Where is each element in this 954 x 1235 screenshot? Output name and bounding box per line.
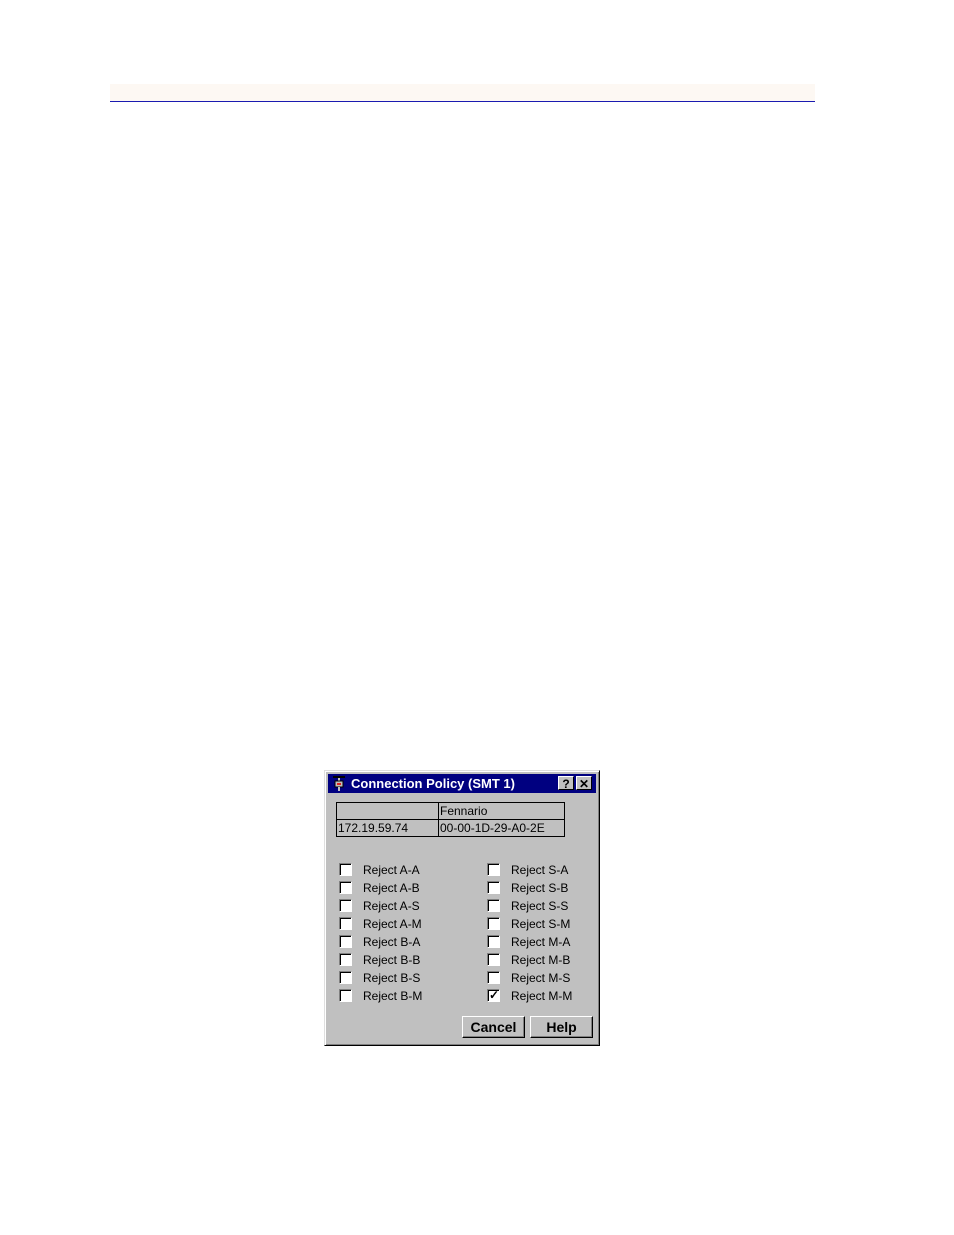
title-bar[interactable]: Connection Policy (SMT 1) ? ✕ — [328, 774, 596, 793]
dialog-title: Connection Policy (SMT 1) — [351, 776, 515, 791]
checkmark-icon: ✓ — [489, 988, 500, 1002]
table-row: 172.19.59.74 00-00-1D-29-A0-2E — [336, 819, 565, 837]
close-icon: ✕ — [578, 777, 590, 791]
checkbox-box[interactable] — [487, 917, 500, 930]
close-button[interactable]: ✕ — [576, 776, 592, 791]
checkbox-box[interactable] — [339, 917, 352, 930]
checkbox-box[interactable] — [339, 899, 352, 912]
checkbox-box[interactable] — [339, 863, 352, 876]
checkbox-label: Reject M-B — [511, 953, 571, 967]
connector-icon — [333, 776, 345, 791]
checkbox-box[interactable] — [487, 953, 500, 966]
checkbox-box[interactable] — [339, 989, 352, 1002]
checkbox-label: Reject B-A — [363, 935, 421, 949]
cancel-button[interactable]: Cancel — [462, 1016, 525, 1038]
checkbox-label: Reject M-A — [511, 935, 571, 949]
checkbox-box[interactable] — [487, 863, 500, 876]
checkbox-label: Reject S-S — [511, 899, 569, 913]
ip-address-cell: 172.19.59.74 — [336, 819, 439, 837]
device-info-table: Fennario 172.19.59.74 00-00-1D-29-A0-2E — [336, 802, 565, 837]
checkbox-box[interactable] — [487, 971, 500, 984]
checkbox-box[interactable] — [339, 971, 352, 984]
table-row: Fennario — [336, 802, 565, 820]
table-cell: Fennario — [438, 802, 565, 820]
checkbox-label: Reject B-B — [363, 953, 421, 967]
checkbox-label: Reject A-M — [363, 917, 422, 931]
connection-policy-dialog: Connection Policy (SMT 1) ? ✕ Fennario 1… — [324, 770, 600, 1046]
checkbox-label: Reject S-A — [511, 863, 569, 877]
checkbox-box[interactable] — [339, 935, 352, 948]
checkbox-box[interactable]: ✓ — [487, 988, 500, 1002]
checkbox-label: Reject B-M — [363, 989, 423, 1003]
checkbox-label: Reject M-M — [511, 989, 573, 1003]
checkbox-label: Reject A-B — [363, 881, 420, 895]
checkbox-label: Reject B-S — [363, 971, 421, 985]
help-button[interactable]: Help — [530, 1016, 593, 1038]
checkbox-label: Reject S-B — [511, 881, 569, 895]
checkbox-label: Reject S-M — [511, 917, 571, 931]
checkbox-box[interactable] — [487, 935, 500, 948]
page-header-band — [110, 84, 815, 102]
checkbox-label: Reject A-A — [363, 863, 420, 877]
table-cell — [336, 802, 439, 820]
checkbox-label: Reject M-S — [511, 971, 571, 985]
checkbox-box[interactable] — [339, 881, 352, 894]
mac-address-cell: 00-00-1D-29-A0-2E — [438, 819, 565, 837]
help-question-button[interactable]: ? — [558, 776, 574, 791]
checkbox-box[interactable] — [339, 953, 352, 966]
header-rule — [110, 101, 815, 102]
checkbox-box[interactable] — [487, 881, 500, 894]
checkbox-label: Reject A-S — [363, 899, 420, 913]
checkbox-box[interactable] — [487, 899, 500, 912]
